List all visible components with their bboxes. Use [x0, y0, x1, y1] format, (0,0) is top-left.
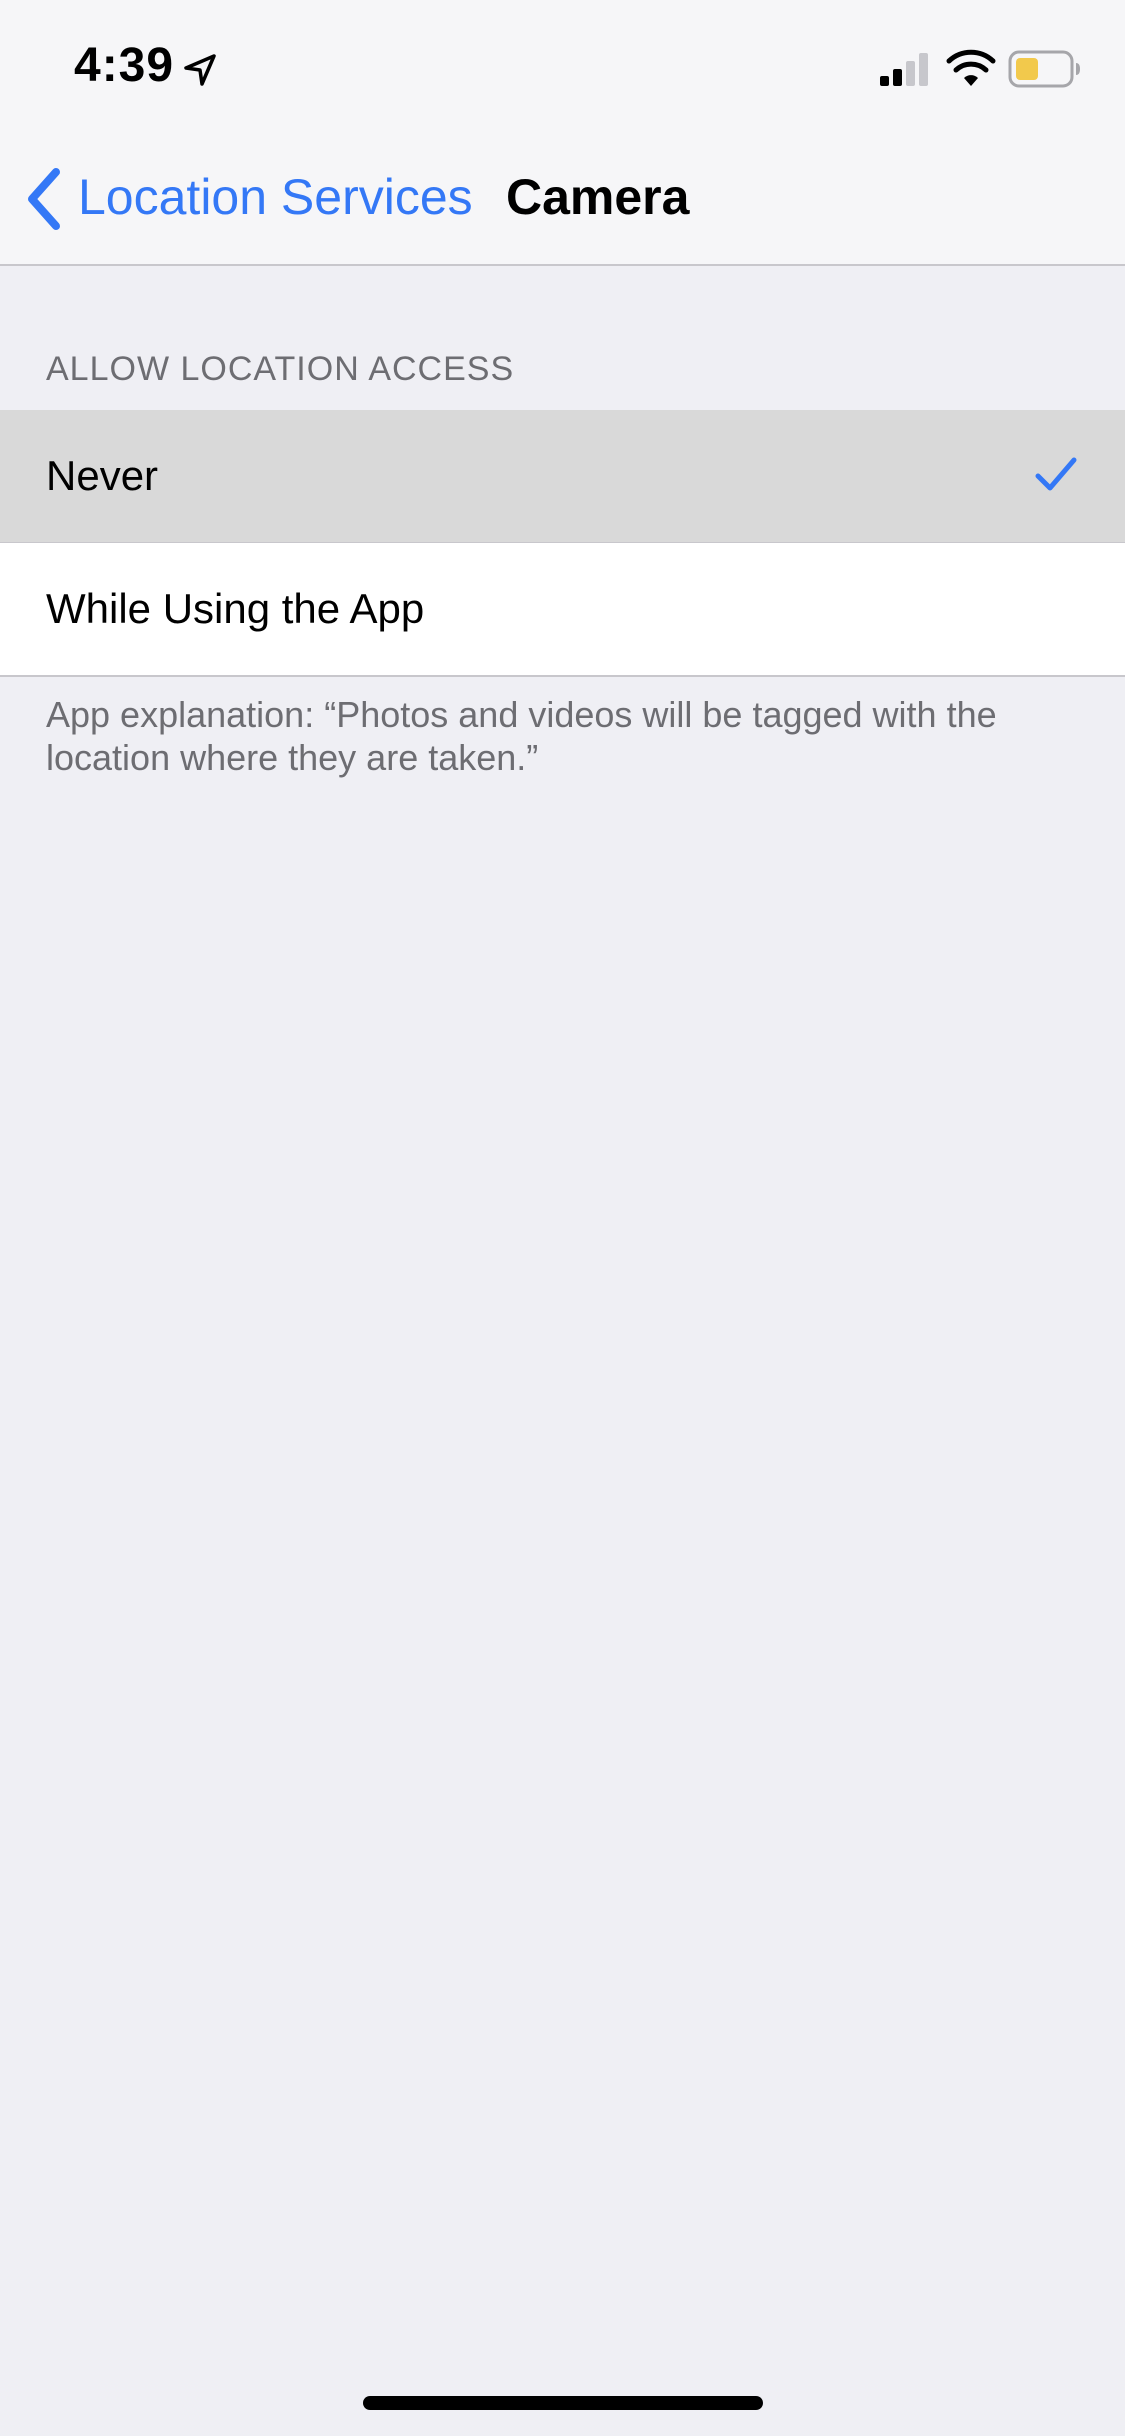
page-title: Camera	[506, 169, 690, 225]
status-time: 4:39	[74, 39, 175, 92]
location-arrow-icon	[184, 54, 216, 86]
navigation-bar: Location Services Camera	[0, 132, 1125, 266]
wifi-icon	[946, 49, 996, 86]
section-header: ALLOW LOCATION ACCESS	[46, 350, 515, 388]
list-bottom-border	[0, 675, 1125, 677]
chevron-left-icon[interactable]	[22, 166, 66, 232]
back-button[interactable]: Location Services	[78, 168, 473, 226]
app-explanation: App explanation: “Photos and videos will…	[46, 694, 997, 778]
checkmark-icon	[1035, 457, 1077, 491]
status-bar: 4:39	[0, 0, 1125, 132]
option-never[interactable]: Never	[0, 410, 1125, 542]
home-indicator[interactable]	[363, 2396, 763, 2410]
cellular-signal-icon	[880, 53, 928, 86]
option-label: While Using the App	[46, 585, 425, 632]
location-access-options: Never While Using the App	[0, 410, 1125, 677]
option-label: Never	[46, 452, 159, 499]
battery-icon	[1008, 50, 1080, 88]
option-while-using-app[interactable]: While Using the App	[0, 543, 1125, 675]
